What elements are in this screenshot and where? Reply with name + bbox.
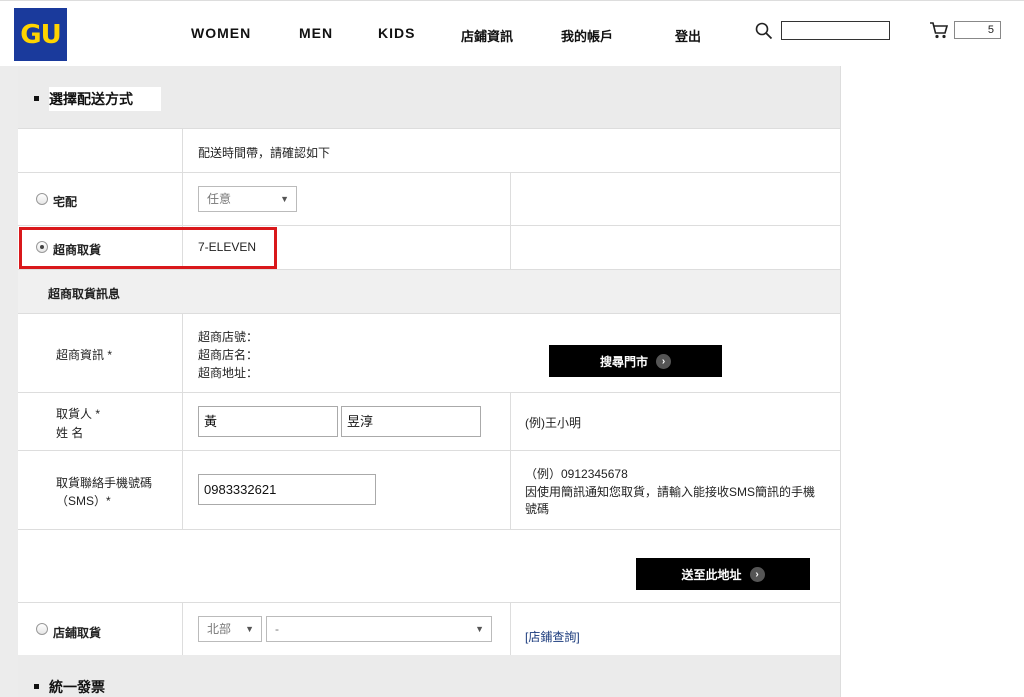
region-select[interactable]: 北部 ▼: [198, 616, 262, 642]
send-address-row: 送至此地址 ›: [18, 529, 840, 602]
shop-pickup-label: 店鋪取貨: [53, 626, 102, 640]
home-delivery-label: 宅配: [53, 195, 78, 209]
shop-query-link[interactable]: [店鋪查詢]: [525, 628, 580, 645]
left-margin: [0, 66, 18, 697]
home-delivery-radio[interactable]: [36, 193, 48, 205]
nav-men[interactable]: MEN: [299, 25, 333, 41]
delivery-time-select[interactable]: 任意 ▼: [198, 186, 297, 212]
delivery-panel: 選擇配送方式 配送時間帶，請確認如下 宅配 任意 ▼ 超商取貨 7-ELEVEN…: [18, 66, 840, 697]
recipient-row: 取貨人 * 姓 名 黃 昱淳 (例)王小明: [18, 392, 840, 450]
phone-input[interactable]: 0983332621: [198, 474, 376, 505]
search-store-label: 搜尋門市: [599, 354, 648, 369]
nav-my-account[interactable]: 我的帳戶: [561, 26, 613, 45]
bullet-icon: [34, 683, 39, 689]
shop-pickup-radio[interactable]: [36, 623, 48, 635]
section-title-delivery: 選擇配送方式: [49, 87, 161, 111]
phone-example: （例）0912345678: [525, 467, 628, 481]
phone-note-cont: 號碼: [525, 502, 550, 516]
region-value: 北部: [207, 622, 232, 636]
time-note-row: 配送時間帶，請確認如下: [18, 128, 840, 172]
phone-note: 因使用簡訊通知您取貨，請輸入能接收SMS簡訊的手機: [525, 485, 816, 499]
section-header-delivery: 選擇配送方式: [18, 66, 840, 128]
gu-logo[interactable]: GU: [14, 8, 67, 61]
cart-count[interactable]: 5: [954, 21, 1001, 39]
send-to-address-label: 送至此地址: [681, 567, 742, 582]
store-info-row: 超商資訊 * 超商店號： 超商店名： 超商地址： 搜尋門市 ›: [18, 313, 840, 392]
shop-value: -: [275, 622, 279, 636]
shop-select[interactable]: - ▼: [266, 616, 492, 642]
store-info-label: 超商資訊 *: [56, 348, 113, 362]
section-header-invoice: 統一發票: [18, 655, 840, 697]
time-note: 配送時間帶，請確認如下: [198, 146, 331, 160]
shop-pickup-row: 店鋪取貨 北部 ▼ - ▼ [店鋪查詢]: [18, 602, 840, 655]
arrow-right-icon: ›: [656, 353, 671, 369]
search-store-button[interactable]: 搜尋門市 ›: [549, 345, 722, 377]
bullet-icon: [34, 95, 39, 101]
delivery-time-value: 任意: [207, 192, 232, 206]
caret-down-icon: ▼: [280, 194, 289, 204]
store-name-label: 超商店名：: [198, 348, 259, 362]
recipient-name-label: 姓 名: [56, 426, 84, 440]
search-input[interactable]: [781, 21, 890, 40]
pickup-info-title: 超商取貨訊息: [48, 287, 121, 301]
arrow-right-icon: ›: [749, 566, 765, 582]
nav-women[interactable]: WOMEN: [191, 25, 251, 41]
last-name-input[interactable]: 黃: [198, 406, 338, 437]
send-to-address-button[interactable]: 送至此地址 ›: [636, 558, 810, 590]
phone-sms-label: （SMS）*: [56, 494, 111, 508]
store-number-label: 超商店號：: [198, 330, 259, 344]
name-example: (例)王小明: [525, 416, 581, 430]
pickup-info-header: 超商取貨訊息: [18, 269, 840, 313]
nav-store-info[interactable]: 店鋪資訊: [461, 26, 513, 45]
section-title-invoice: 統一發票: [49, 679, 105, 695]
nav-kids[interactable]: KIDS: [378, 25, 415, 41]
store-address-label: 超商地址：: [198, 366, 259, 380]
site-header: GU WOMEN MEN KIDS 店鋪資訊 我的帳戶 登出 5: [0, 0, 1024, 66]
search-icon[interactable]: [755, 22, 773, 40]
right-margin: [840, 66, 1024, 697]
caret-down-icon: ▼: [475, 624, 484, 634]
nav-logout[interactable]: 登出: [675, 26, 701, 45]
highlight-box: [19, 227, 277, 269]
recipient-label: 取貨人 *: [56, 407, 101, 421]
caret-down-icon: ▼: [245, 624, 254, 634]
phone-row: 取貨聯絡手機號碼 （SMS）* 0983332621 （例）0912345678…: [18, 450, 840, 529]
cart-icon[interactable]: [929, 20, 949, 40]
first-name-input[interactable]: 昱淳: [341, 406, 481, 437]
phone-label: 取貨聯絡手機號碼: [56, 476, 153, 490]
home-delivery-row: 宅配 任意 ▼: [18, 172, 840, 225]
